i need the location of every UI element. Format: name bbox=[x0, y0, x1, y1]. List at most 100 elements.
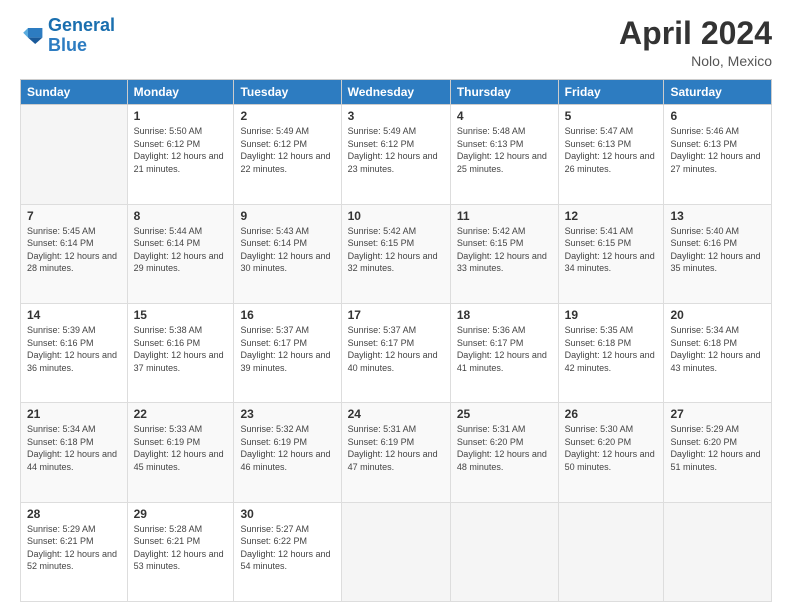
day-info: Sunrise: 5:45 AMSunset: 6:14 PMDaylight:… bbox=[27, 225, 121, 275]
day-cell: 18 Sunrise: 5:36 AMSunset: 6:17 PMDayligh… bbox=[450, 303, 558, 402]
day-number: 8 bbox=[134, 209, 228, 223]
day-number: 19 bbox=[565, 308, 658, 322]
week-row-4: 21 Sunrise: 5:34 AMSunset: 6:18 PMDayligh… bbox=[21, 403, 772, 502]
day-cell bbox=[558, 502, 664, 601]
day-info: Sunrise: 5:39 AMSunset: 6:16 PMDaylight:… bbox=[27, 324, 121, 374]
weekday-header-saturday: Saturday bbox=[664, 80, 772, 105]
day-number: 11 bbox=[457, 209, 552, 223]
day-cell bbox=[341, 502, 450, 601]
day-info: Sunrise: 5:34 AMSunset: 6:18 PMDaylight:… bbox=[27, 423, 121, 473]
day-cell: 28 Sunrise: 5:29 AMSunset: 6:21 PMDayligh… bbox=[21, 502, 128, 601]
day-number: 6 bbox=[670, 109, 765, 123]
day-number: 27 bbox=[670, 407, 765, 421]
day-info: Sunrise: 5:49 AMSunset: 6:12 PMDaylight:… bbox=[348, 125, 444, 175]
day-cell: 9 Sunrise: 5:43 AMSunset: 6:14 PMDaylight… bbox=[234, 204, 341, 303]
day-cell: 23 Sunrise: 5:32 AMSunset: 6:19 PMDayligh… bbox=[234, 403, 341, 502]
day-number: 25 bbox=[457, 407, 552, 421]
weekday-header-tuesday: Tuesday bbox=[234, 80, 341, 105]
day-number: 22 bbox=[134, 407, 228, 421]
day-number: 16 bbox=[240, 308, 334, 322]
day-cell: 5 Sunrise: 5:47 AMSunset: 6:13 PMDaylight… bbox=[558, 105, 664, 204]
day-info: Sunrise: 5:41 AMSunset: 6:15 PMDaylight:… bbox=[565, 225, 658, 275]
day-number: 3 bbox=[348, 109, 444, 123]
day-info: Sunrise: 5:31 AMSunset: 6:19 PMDaylight:… bbox=[348, 423, 444, 473]
day-cell: 1 Sunrise: 5:50 AMSunset: 6:12 PMDaylight… bbox=[127, 105, 234, 204]
day-info: Sunrise: 5:43 AMSunset: 6:14 PMDaylight:… bbox=[240, 225, 334, 275]
logo-text: General Blue bbox=[48, 16, 115, 56]
day-number: 1 bbox=[134, 109, 228, 123]
day-cell: 8 Sunrise: 5:44 AMSunset: 6:14 PMDaylight… bbox=[127, 204, 234, 303]
day-info: Sunrise: 5:32 AMSunset: 6:19 PMDaylight:… bbox=[240, 423, 334, 473]
logo-general: General bbox=[48, 15, 115, 35]
day-cell: 4Sunrise: 5:48 AMSunset: 6:13 PMDaylight… bbox=[450, 105, 558, 204]
day-cell: 25Sunrise: 5:31 AMSunset: 6:20 PMDayligh… bbox=[450, 403, 558, 502]
weekday-header-sunday: Sunday bbox=[21, 80, 128, 105]
day-cell bbox=[450, 502, 558, 601]
day-cell: 3 Sunrise: 5:49 AMSunset: 6:12 PMDaylight… bbox=[341, 105, 450, 204]
day-number: 21 bbox=[27, 407, 121, 421]
day-info: Sunrise: 5:44 AMSunset: 6:14 PMDaylight:… bbox=[134, 225, 228, 275]
day-info: Sunrise: 5:47 AMSunset: 6:13 PMDaylight:… bbox=[565, 125, 658, 175]
day-number: 20 bbox=[670, 308, 765, 322]
day-number: 15 bbox=[134, 308, 228, 322]
day-number: 24 bbox=[348, 407, 444, 421]
day-number: 28 bbox=[27, 507, 121, 521]
day-info: Sunrise: 5:49 AMSunset: 6:12 PMDaylight:… bbox=[240, 125, 334, 175]
day-number: 9 bbox=[240, 209, 334, 223]
day-info: Sunrise: 5:29 AMSunset: 6:20 PMDaylight:… bbox=[670, 423, 765, 473]
day-info: Sunrise: 5:50 AMSunset: 6:12 PMDaylight:… bbox=[134, 125, 228, 175]
weekday-header-monday: Monday bbox=[127, 80, 234, 105]
day-cell: 22 Sunrise: 5:33 AMSunset: 6:19 PMDayligh… bbox=[127, 403, 234, 502]
day-number: 10 bbox=[348, 209, 444, 223]
calendar: SundayMondayTuesdayWednesdayThursdayFrid… bbox=[20, 79, 772, 602]
weekday-header-wednesday: Wednesday bbox=[341, 80, 450, 105]
month-title: April 2024 bbox=[619, 16, 772, 51]
day-info: Sunrise: 5:28 AMSunset: 6:21 PMDaylight:… bbox=[134, 523, 228, 573]
week-row-3: 14Sunrise: 5:39 AMSunset: 6:16 PMDayligh… bbox=[21, 303, 772, 402]
day-cell: 10Sunrise: 5:42 AMSunset: 6:15 PMDayligh… bbox=[341, 204, 450, 303]
day-number: 7 bbox=[27, 209, 121, 223]
day-cell: 30 Sunrise: 5:27 AMSunset: 6:22 PMDayligh… bbox=[234, 502, 341, 601]
day-info: Sunrise: 5:38 AMSunset: 6:16 PMDaylight:… bbox=[134, 324, 228, 374]
day-cell: 21 Sunrise: 5:34 AMSunset: 6:18 PMDayligh… bbox=[21, 403, 128, 502]
week-row-1: 1 Sunrise: 5:50 AMSunset: 6:12 PMDaylight… bbox=[21, 105, 772, 204]
day-info: Sunrise: 5:36 AMSunset: 6:17 PMDaylight:… bbox=[457, 324, 552, 374]
day-info: Sunrise: 5:27 AMSunset: 6:22 PMDaylight:… bbox=[240, 523, 334, 573]
day-cell: 27 Sunrise: 5:29 AMSunset: 6:20 PMDayligh… bbox=[664, 403, 772, 502]
day-number: 13 bbox=[670, 209, 765, 223]
day-cell: 7 Sunrise: 5:45 AMSunset: 6:14 PMDaylight… bbox=[21, 204, 128, 303]
day-number: 2 bbox=[240, 109, 334, 123]
day-number: 29 bbox=[134, 507, 228, 521]
day-info: Sunrise: 5:33 AMSunset: 6:19 PMDaylight:… bbox=[134, 423, 228, 473]
day-cell: 16Sunrise: 5:37 AMSunset: 6:17 PMDayligh… bbox=[234, 303, 341, 402]
weekday-header-thursday: Thursday bbox=[450, 80, 558, 105]
day-number: 30 bbox=[240, 507, 334, 521]
logo-icon bbox=[20, 26, 44, 46]
day-number: 12 bbox=[565, 209, 658, 223]
location: Nolo, Mexico bbox=[619, 53, 772, 69]
day-cell: 17Sunrise: 5:37 AMSunset: 6:17 PMDayligh… bbox=[341, 303, 450, 402]
day-cell: 2 Sunrise: 5:49 AMSunset: 6:12 PMDaylight… bbox=[234, 105, 341, 204]
day-cell: 11 Sunrise: 5:42 AMSunset: 6:15 PMDayligh… bbox=[450, 204, 558, 303]
day-number: 4 bbox=[457, 109, 552, 123]
day-cell: 12 Sunrise: 5:41 AMSunset: 6:15 PMDayligh… bbox=[558, 204, 664, 303]
day-info: Sunrise: 5:42 AMSunset: 6:15 PMDaylight:… bbox=[457, 225, 552, 275]
week-row-5: 28 Sunrise: 5:29 AMSunset: 6:21 PMDayligh… bbox=[21, 502, 772, 601]
day-info: Sunrise: 5:29 AMSunset: 6:21 PMDaylight:… bbox=[27, 523, 121, 573]
day-number: 5 bbox=[565, 109, 658, 123]
day-info: Sunrise: 5:40 AMSunset: 6:16 PMDaylight:… bbox=[670, 225, 765, 275]
day-info: Sunrise: 5:46 AMSunset: 6:13 PMDaylight:… bbox=[670, 125, 765, 175]
day-number: 23 bbox=[240, 407, 334, 421]
week-row-2: 7 Sunrise: 5:45 AMSunset: 6:14 PMDaylight… bbox=[21, 204, 772, 303]
day-number: 18 bbox=[457, 308, 552, 322]
day-cell: 26Sunrise: 5:30 AMSunset: 6:20 PMDayligh… bbox=[558, 403, 664, 502]
day-cell: 20Sunrise: 5:34 AMSunset: 6:18 PMDayligh… bbox=[664, 303, 772, 402]
weekday-header-friday: Friday bbox=[558, 80, 664, 105]
day-cell: 29 Sunrise: 5:28 AMSunset: 6:21 PMDayligh… bbox=[127, 502, 234, 601]
day-info: Sunrise: 5:37 AMSunset: 6:17 PMDaylight:… bbox=[348, 324, 444, 374]
day-cell: 14Sunrise: 5:39 AMSunset: 6:16 PMDayligh… bbox=[21, 303, 128, 402]
weekday-header-row: SundayMondayTuesdayWednesdayThursdayFrid… bbox=[21, 80, 772, 105]
page: General Blue April 2024 Nolo, Mexico Sun… bbox=[0, 0, 792, 612]
day-cell: 6 Sunrise: 5:46 AMSunset: 6:13 PMDaylight… bbox=[664, 105, 772, 204]
day-cell: 13 Sunrise: 5:40 AMSunset: 6:16 PMDayligh… bbox=[664, 204, 772, 303]
